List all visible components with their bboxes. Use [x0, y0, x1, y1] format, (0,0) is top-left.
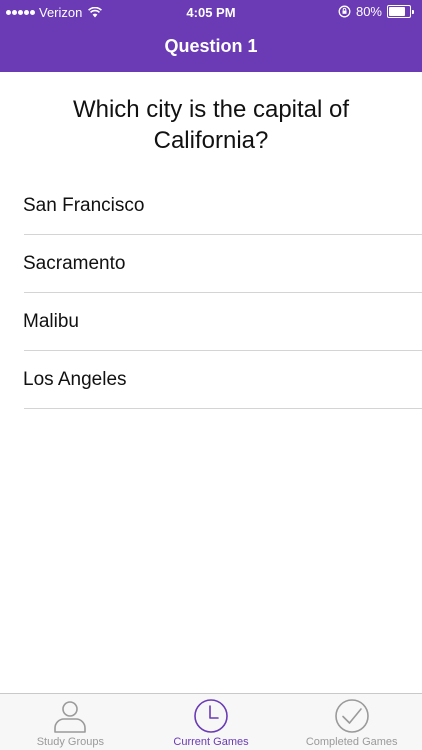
- battery-icon: [387, 5, 414, 18]
- checkmark-circle-icon: [334, 699, 369, 733]
- clock-icon: [194, 699, 228, 733]
- answer-option[interactable]: Malibu: [23, 293, 422, 351]
- header-bar: Verizon 4:05 PM 80% Question 1: [0, 0, 422, 72]
- person-icon: [54, 701, 87, 733]
- tab-current-games[interactable]: Current Games: [141, 694, 282, 750]
- answer-label: Malibu: [23, 311, 79, 332]
- answer-option[interactable]: Sacramento: [23, 235, 422, 293]
- tab-label: Completed Games: [305, 736, 398, 748]
- tab-bar: Study Groups Current Games Completed Gam…: [0, 693, 422, 750]
- tab-label: Study Groups: [36, 736, 104, 748]
- status-right: 80%: [338, 4, 414, 19]
- question-text: Which city is the capital of California?: [72, 96, 350, 154]
- answer-label: Sacramento: [23, 253, 126, 274]
- status-bar: Verizon 4:05 PM 80%: [0, 0, 422, 24]
- answer-label: San Francisco: [23, 195, 145, 216]
- tab-label: Current Games: [173, 736, 249, 748]
- battery-percent: 80%: [355, 4, 382, 19]
- orientation-lock-icon: [338, 5, 351, 18]
- answer-option[interactable]: San Francisco: [23, 177, 422, 235]
- page-title: Question 1: [164, 36, 258, 56]
- tab-study-groups[interactable]: Study Groups: [0, 694, 141, 750]
- answer-list: San Francisco Sacramento Malibu Los Ange…: [0, 177, 422, 409]
- tab-completed-games[interactable]: Completed Games: [281, 694, 422, 750]
- answer-option[interactable]: Los Angeles: [23, 351, 422, 409]
- answer-label: Los Angeles: [23, 369, 127, 390]
